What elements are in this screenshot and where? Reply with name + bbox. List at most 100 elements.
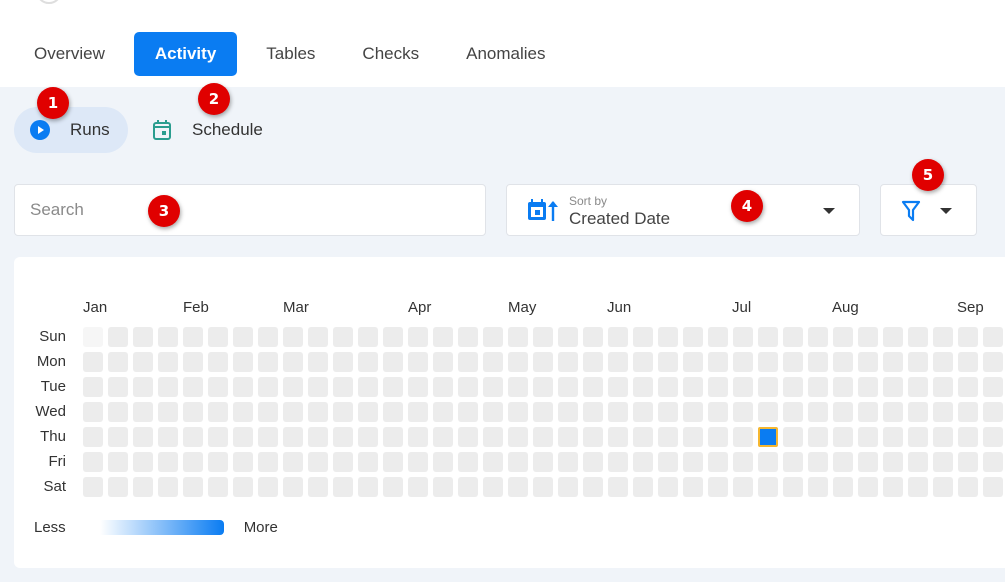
- heatmap-cell[interactable]: [583, 402, 603, 422]
- heatmap-cell[interactable]: [783, 377, 803, 397]
- heatmap-cell[interactable]: [758, 327, 778, 347]
- heatmap-cell[interactable]: [83, 327, 103, 347]
- heatmap-cell[interactable]: [433, 327, 453, 347]
- heatmap-cell[interactable]: [833, 427, 853, 447]
- heatmap-cell[interactable]: [808, 352, 828, 372]
- heatmap-cell[interactable]: [183, 452, 203, 472]
- heatmap-cell[interactable]: [283, 477, 303, 497]
- heatmap-cell[interactable]: [783, 427, 803, 447]
- heatmap-cell[interactable]: [158, 327, 178, 347]
- heatmap-cell[interactable]: [808, 452, 828, 472]
- heatmap-cell[interactable]: [358, 427, 378, 447]
- heatmap-cell[interactable]: [658, 427, 678, 447]
- heatmap-cell[interactable]: [183, 377, 203, 397]
- heatmap-cell[interactable]: [608, 477, 628, 497]
- avatar[interactable]: [36, 0, 62, 4]
- heatmap-cell[interactable]: [358, 327, 378, 347]
- heatmap-cell[interactable]: [683, 352, 703, 372]
- heatmap-cell[interactable]: [983, 402, 1003, 422]
- heatmap-cell[interactable]: [108, 427, 128, 447]
- heatmap-cell[interactable]: [383, 377, 403, 397]
- heatmap-cell[interactable]: [533, 452, 553, 472]
- heatmap-cell[interactable]: [433, 477, 453, 497]
- heatmap-cell[interactable]: [833, 452, 853, 472]
- heatmap-cell[interactable]: [508, 352, 528, 372]
- heatmap-cell[interactable]: [308, 377, 328, 397]
- heatmap-cell[interactable]: [458, 377, 478, 397]
- heatmap-cell[interactable]: [158, 377, 178, 397]
- heatmap-cell[interactable]: [883, 402, 903, 422]
- heatmap-cell[interactable]: [908, 377, 928, 397]
- heatmap-cell[interactable]: [358, 402, 378, 422]
- heatmap-cell[interactable]: [508, 427, 528, 447]
- heatmap-cell[interactable]: [208, 477, 228, 497]
- heatmap-cell[interactable]: [383, 452, 403, 472]
- heatmap-cell[interactable]: [208, 327, 228, 347]
- heatmap-cell[interactable]: [83, 452, 103, 472]
- heatmap-cell[interactable]: [933, 377, 953, 397]
- heatmap-cell[interactable]: [883, 452, 903, 472]
- heatmap-cell[interactable]: [633, 427, 653, 447]
- heatmap-cell[interactable]: [483, 352, 503, 372]
- heatmap-cell[interactable]: [333, 477, 353, 497]
- heatmap-cell[interactable]: [833, 402, 853, 422]
- heatmap-cell[interactable]: [783, 402, 803, 422]
- heatmap-cell[interactable]: [983, 327, 1003, 347]
- heatmap-cell[interactable]: [708, 352, 728, 372]
- heatmap-cell[interactable]: [983, 427, 1003, 447]
- heatmap-cell[interactable]: [433, 402, 453, 422]
- heatmap-cell[interactable]: [483, 452, 503, 472]
- heatmap-cell[interactable]: [533, 477, 553, 497]
- heatmap-cell[interactable]: [383, 327, 403, 347]
- heatmap-cell[interactable]: [858, 402, 878, 422]
- heatmap-cell[interactable]: [233, 477, 253, 497]
- heatmap-cell[interactable]: [808, 377, 828, 397]
- heatmap-cell[interactable]: [83, 352, 103, 372]
- heatmap-cell[interactable]: [908, 477, 928, 497]
- heatmap-cell[interactable]: [733, 377, 753, 397]
- heatmap-cell[interactable]: [383, 402, 403, 422]
- heatmap-cell[interactable]: [83, 427, 103, 447]
- heatmap-cell[interactable]: [483, 377, 503, 397]
- heatmap-cell[interactable]: [958, 327, 978, 347]
- heatmap-cell[interactable]: [708, 427, 728, 447]
- heatmap-cell[interactable]: [808, 327, 828, 347]
- tab-overview[interactable]: Overview: [16, 32, 123, 76]
- heatmap-cell[interactable]: [583, 427, 603, 447]
- heatmap-cell[interactable]: [308, 427, 328, 447]
- heatmap-cell[interactable]: [633, 477, 653, 497]
- heatmap-cell[interactable]: [183, 327, 203, 347]
- heatmap-cell[interactable]: [233, 352, 253, 372]
- subtab-runs[interactable]: Runs: [14, 107, 128, 153]
- heatmap-cell[interactable]: [233, 452, 253, 472]
- heatmap-cell[interactable]: [558, 327, 578, 347]
- heatmap-cell[interactable]: [458, 352, 478, 372]
- heatmap-cell[interactable]: [633, 327, 653, 347]
- heatmap-cell[interactable]: [408, 327, 428, 347]
- heatmap-cell[interactable]: [833, 352, 853, 372]
- heatmap-cell[interactable]: [733, 477, 753, 497]
- heatmap-cell[interactable]: [108, 452, 128, 472]
- heatmap-cell[interactable]: [258, 327, 278, 347]
- heatmap-cell[interactable]: [258, 352, 278, 372]
- heatmap-cell[interactable]: [408, 477, 428, 497]
- heatmap-cell[interactable]: [258, 377, 278, 397]
- heatmap-cell[interactable]: [458, 427, 478, 447]
- heatmap-cell[interactable]: [758, 452, 778, 472]
- heatmap-cell[interactable]: [758, 377, 778, 397]
- heatmap-cell[interactable]: [733, 402, 753, 422]
- heatmap-cell[interactable]: [133, 427, 153, 447]
- heatmap-cell[interactable]: [933, 427, 953, 447]
- heatmap-cell[interactable]: [108, 477, 128, 497]
- heatmap-cell[interactable]: [683, 402, 703, 422]
- heatmap-cell[interactable]: [833, 327, 853, 347]
- heatmap-cell[interactable]: [758, 352, 778, 372]
- heatmap-cell[interactable]: [633, 352, 653, 372]
- heatmap-cell[interactable]: [283, 352, 303, 372]
- heatmap-cell[interactable]: [658, 377, 678, 397]
- heatmap-cell[interactable]: [783, 352, 803, 372]
- heatmap-cell[interactable]: [408, 402, 428, 422]
- heatmap-cell[interactable]: [558, 427, 578, 447]
- heatmap-cell[interactable]: [833, 377, 853, 397]
- heatmap-cell[interactable]: [83, 377, 103, 397]
